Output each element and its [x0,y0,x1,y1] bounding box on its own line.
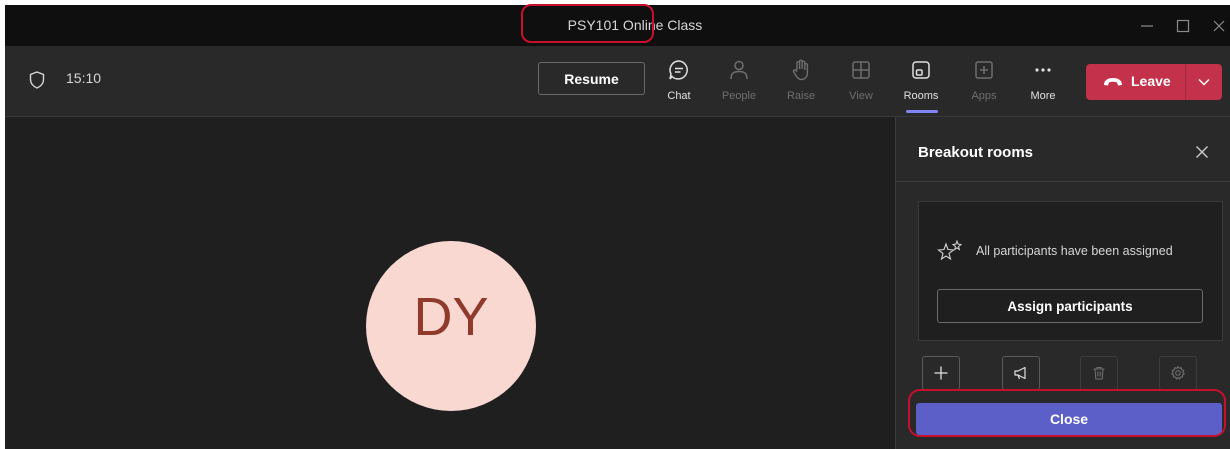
panel-title: Breakout rooms [918,144,1034,161]
assignment-status-card: All participants have been assigned Assi… [918,201,1223,341]
maximize-button[interactable] [1165,5,1201,46]
tool-rooms-label: Rooms [903,90,939,102]
close-icon [1213,20,1225,31]
tool-rooms[interactable]: Rooms [896,54,946,113]
maximize-icon [1176,19,1190,32]
chevron-down-icon [1198,78,1210,86]
active-tab-indicator [906,110,938,113]
tool-raise-label: Raise [786,90,816,102]
shield-icon [29,71,45,89]
announce-icon [1014,366,1026,380]
tool-apps-label: Apps [971,90,997,102]
tool-chat-label: Chat [667,90,691,102]
assign-participants-button[interactable]: Assign participants [937,289,1203,323]
apps-plus-icon [975,61,993,79]
resume-button[interactable]: Resume [538,62,645,95]
hang-up-phone-icon [1104,78,1122,86]
chat-icon [669,60,688,80]
leave-button-group: Leave [1086,64,1222,100]
room-settings-button[interactable] [1159,356,1197,390]
avatar-initials: DY [413,287,489,347]
assigned-message: All participants have been assigned [976,244,1173,258]
more-dots-icon [1035,68,1051,72]
settings-gear-icon [1171,365,1185,380]
add-icon [934,366,948,380]
panel-divider [896,181,1230,182]
tool-more-label: More [1030,90,1056,102]
tool-more[interactable]: More [1018,54,1068,112]
tool-view[interactable]: View [836,54,886,112]
leave-button[interactable]: Leave [1086,64,1185,100]
rooms-icon [912,61,930,79]
tool-chat[interactable]: Chat [654,54,704,112]
leave-label: Leave [1131,73,1171,89]
tool-people-label: People [721,90,757,102]
sparkle-stars-icon [937,240,963,261]
highlight-annotation-resume [521,4,654,43]
window-close-button[interactable] [1201,5,1230,46]
meeting-timer: 15:10 [66,70,102,86]
delete-icon [1093,366,1105,380]
tool-raise[interactable]: Raise [776,54,826,112]
close-icon [1196,146,1208,158]
leave-options-dropdown[interactable] [1186,64,1222,100]
raise-hand-icon [792,59,809,81]
meeting-toolbar: 15:10 Resume Chat People Raise View Room… [5,46,1230,117]
panel-close-button[interactable] [1189,139,1215,165]
view-grid-icon [852,61,870,79]
announce-button[interactable] [1002,356,1040,390]
add-room-button[interactable] [922,356,960,390]
delete-room-button[interactable] [1080,356,1118,390]
tool-view-label: View [849,90,873,102]
tool-people[interactable]: People [714,54,764,112]
tool-apps[interactable]: Apps [959,54,1009,112]
minimize-icon [1141,24,1153,27]
meeting-window: PSY101 Online Class 15:10 Resume Chat Pe… [5,5,1230,449]
minimize-button[interactable] [1129,5,1165,46]
highlight-annotation-close [908,389,1226,437]
people-icon [730,60,748,80]
participant-avatar: DY [366,241,536,411]
